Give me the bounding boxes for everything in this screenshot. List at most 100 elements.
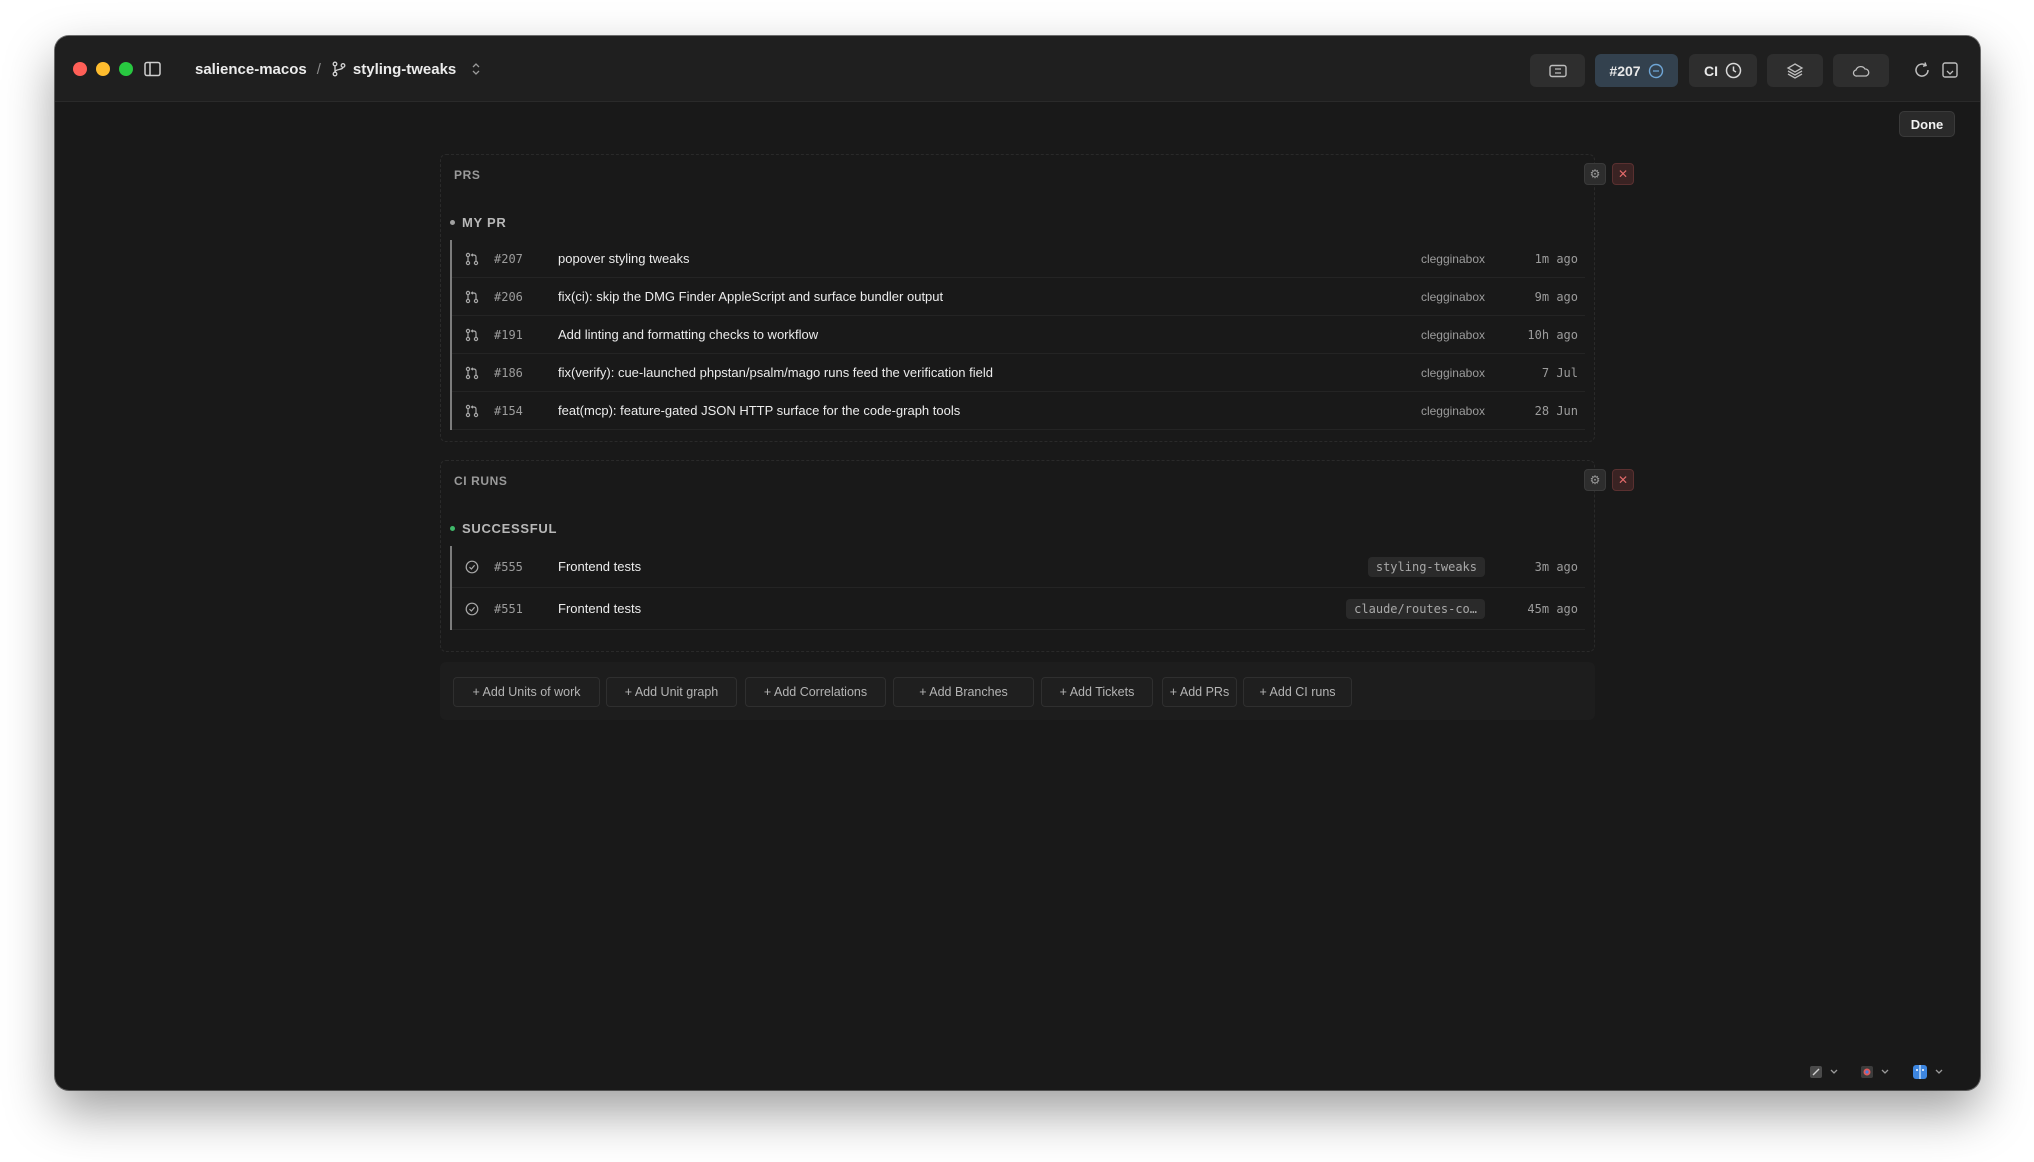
- pr-row[interactable]: #191 Add linting and formatting checks to…: [452, 316, 1585, 354]
- ci-run-list: #555 Frontend tests styling-tweaks 3m ago #5…: [450, 546, 1585, 630]
- close-window-button[interactable]: [73, 62, 87, 76]
- branch-selector[interactable]: styling-tweaks: [331, 61, 482, 78]
- ticket-button[interactable]: [1530, 54, 1585, 87]
- git-branch-icon: [332, 61, 346, 77]
- git-pull-request-icon: [465, 328, 479, 341]
- chevron-down-icon: [1935, 1069, 1943, 1074]
- add-widget-button[interactable]: + Add Unit graph: [606, 677, 737, 707]
- cloud-button[interactable]: [1833, 54, 1889, 87]
- ci-run-title: Frontend tests: [558, 601, 642, 616]
- stack-button[interactable]: [1767, 54, 1823, 87]
- layers-icon: [1786, 62, 1804, 79]
- pr-time: 7 Jul: [1541, 365, 1578, 380]
- branch-name: styling-tweaks: [352, 60, 457, 78]
- group-label-text: MY PR: [462, 215, 507, 230]
- pr-time: 1m ago: [1534, 251, 1578, 266]
- app-icon: [1861, 1066, 1873, 1078]
- pr-number: #206: [494, 289, 523, 304]
- prs-panel: PRS ⚙ ✕ MY PR #207 popover styling tweaks…: [440, 154, 1634, 442]
- pr-time: 9m ago: [1534, 289, 1578, 304]
- pr-time: 28 Jun: [1534, 403, 1578, 418]
- pr-author: clegginabox: [1420, 327, 1485, 342]
- title-bar: salience-macos / styling-tweaks #207 CI: [55, 36, 1980, 102]
- pr-button[interactable]: #207: [1595, 54, 1678, 87]
- minimize-window-button[interactable]: [96, 62, 110, 76]
- ci-settings-button[interactable]: ⚙: [1584, 469, 1606, 491]
- success-dot: [450, 526, 455, 531]
- pr-author: clegginabox: [1420, 365, 1485, 380]
- git-pull-request-icon: [465, 366, 479, 379]
- pr-row[interactable]: #206 fix(ci): skip the DMG Finder AppleSc…: [452, 278, 1585, 316]
- ci-run-time: 3m ago: [1534, 559, 1578, 574]
- finder-menu[interactable]: [1912, 1061, 1944, 1083]
- prs-settings-button[interactable]: ⚙: [1584, 163, 1606, 185]
- panel-toggle-icon[interactable]: [1941, 61, 1959, 79]
- pr-author: clegginabox: [1420, 403, 1485, 418]
- cloud-icon: [1852, 65, 1870, 77]
- app-window: salience-macos / styling-tweaks #207 CI …: [55, 36, 1980, 1090]
- add-widget-button[interactable]: + Add Units of work: [453, 677, 600, 707]
- add-widget-button[interactable]: + Add Tickets: [1041, 677, 1153, 707]
- refresh-icon[interactable]: [1913, 61, 1931, 79]
- chevron-down-icon: [1881, 1069, 1889, 1074]
- ci-run-icon: [465, 560, 479, 573]
- group-label-text: SUCCESSFUL: [462, 521, 558, 536]
- ci-run-row[interactable]: #555 Frontend tests styling-tweaks 3m ago: [452, 546, 1585, 588]
- chevron-down-icon: [1830, 1069, 1838, 1074]
- pr-time: 10h ago: [1527, 327, 1578, 342]
- pr-author: clegginabox: [1420, 251, 1485, 266]
- add-widget-button[interactable]: + Add Correlations: [745, 677, 886, 707]
- add-widget-button[interactable]: + Add PRs: [1162, 677, 1237, 707]
- git-pull-request-icon: [465, 252, 479, 265]
- done-button[interactable]: Done: [1899, 111, 1955, 137]
- ci-run-number: #555: [494, 559, 523, 574]
- git-pull-request-icon: [465, 290, 479, 303]
- pr-author: clegginabox: [1420, 289, 1485, 304]
- breadcrumb: salience-macos / styling-tweaks: [195, 59, 482, 79]
- ci-run-branch-tag[interactable]: claude/routes-co…: [1346, 598, 1485, 619]
- ci-remove-button[interactable]: ✕: [1612, 469, 1634, 491]
- editor-menu[interactable]: [1809, 1061, 1839, 1083]
- pr-title: fix(ci): skip the DMG Finder AppleScript…: [558, 289, 944, 304]
- pr-row[interactable]: #207 popover styling tweaks clegginabox 1m …: [452, 240, 1585, 278]
- pr-button-label: #207: [1609, 62, 1641, 79]
- gear-icon: ⚙: [1589, 167, 1601, 181]
- ci-button-label: CI: [1704, 62, 1718, 79]
- ci-run-time: 45m ago: [1527, 601, 1578, 616]
- pr-number: #191: [494, 327, 523, 342]
- ticket-icon: [1548, 64, 1567, 77]
- prs-panel-header: PRS ⚙ ✕: [441, 155, 1634, 195]
- ci-button[interactable]: CI: [1689, 54, 1757, 87]
- add-widget-bar: + Add Units of work + Add Unit graph + Add…: [440, 662, 1595, 720]
- ci-run-title: Frontend tests: [558, 559, 642, 574]
- close-icon: ✕: [1617, 473, 1629, 487]
- ci-run-row[interactable]: #551 Frontend tests claude/routes-co… 45m a…: [452, 588, 1585, 630]
- ci-panel-title: CI RUNS: [454, 474, 508, 488]
- pr-number: #207: [494, 251, 523, 266]
- breadcrumb-separator: /: [316, 60, 321, 78]
- pr-row[interactable]: #154 feat(mcp): feature-gated JSON HTTP s…: [452, 392, 1585, 430]
- pr-title: Add linting and formatting checks to wor…: [558, 327, 819, 342]
- ci-panel-header: CI RUNS ⚙ ✕: [441, 461, 1634, 501]
- clock-icon: [1725, 62, 1742, 79]
- my-pr-group-label: MY PR: [450, 215, 506, 230]
- prs-panel-title: PRS: [454, 168, 481, 182]
- successful-group-label: SUCCESSFUL: [450, 521, 557, 536]
- pr-title: feat(mcp): feature-gated JSON HTTP surfa…: [558, 403, 961, 418]
- pr-row[interactable]: #186 fix(verify): cue-launched phpstan/ps…: [452, 354, 1585, 392]
- comment-icon: [1648, 63, 1663, 78]
- add-widget-button[interactable]: + Add Branches: [893, 677, 1034, 707]
- finder-icon: [1913, 1065, 1927, 1079]
- ci-runs-panel: CI RUNS ⚙ ✕ SUCCESSFUL #555 Frontend test…: [440, 460, 1634, 652]
- sidebar-toggle-icon[interactable]: [144, 61, 161, 77]
- pr-number: #154: [494, 403, 523, 418]
- add-widget-button[interactable]: + Add CI runs: [1243, 677, 1352, 707]
- prs-remove-button[interactable]: ✕: [1612, 163, 1634, 185]
- maximize-window-button[interactable]: [119, 62, 133, 76]
- editor-icon: [1810, 1066, 1822, 1078]
- app-menu[interactable]: [1860, 1061, 1890, 1083]
- pr-title: popover styling tweaks: [558, 251, 690, 266]
- ci-run-branch-tag[interactable]: styling-tweaks: [1367, 556, 1485, 577]
- repo-name[interactable]: salience-macos: [195, 61, 307, 78]
- chevron-up-down-icon: [472, 63, 480, 75]
